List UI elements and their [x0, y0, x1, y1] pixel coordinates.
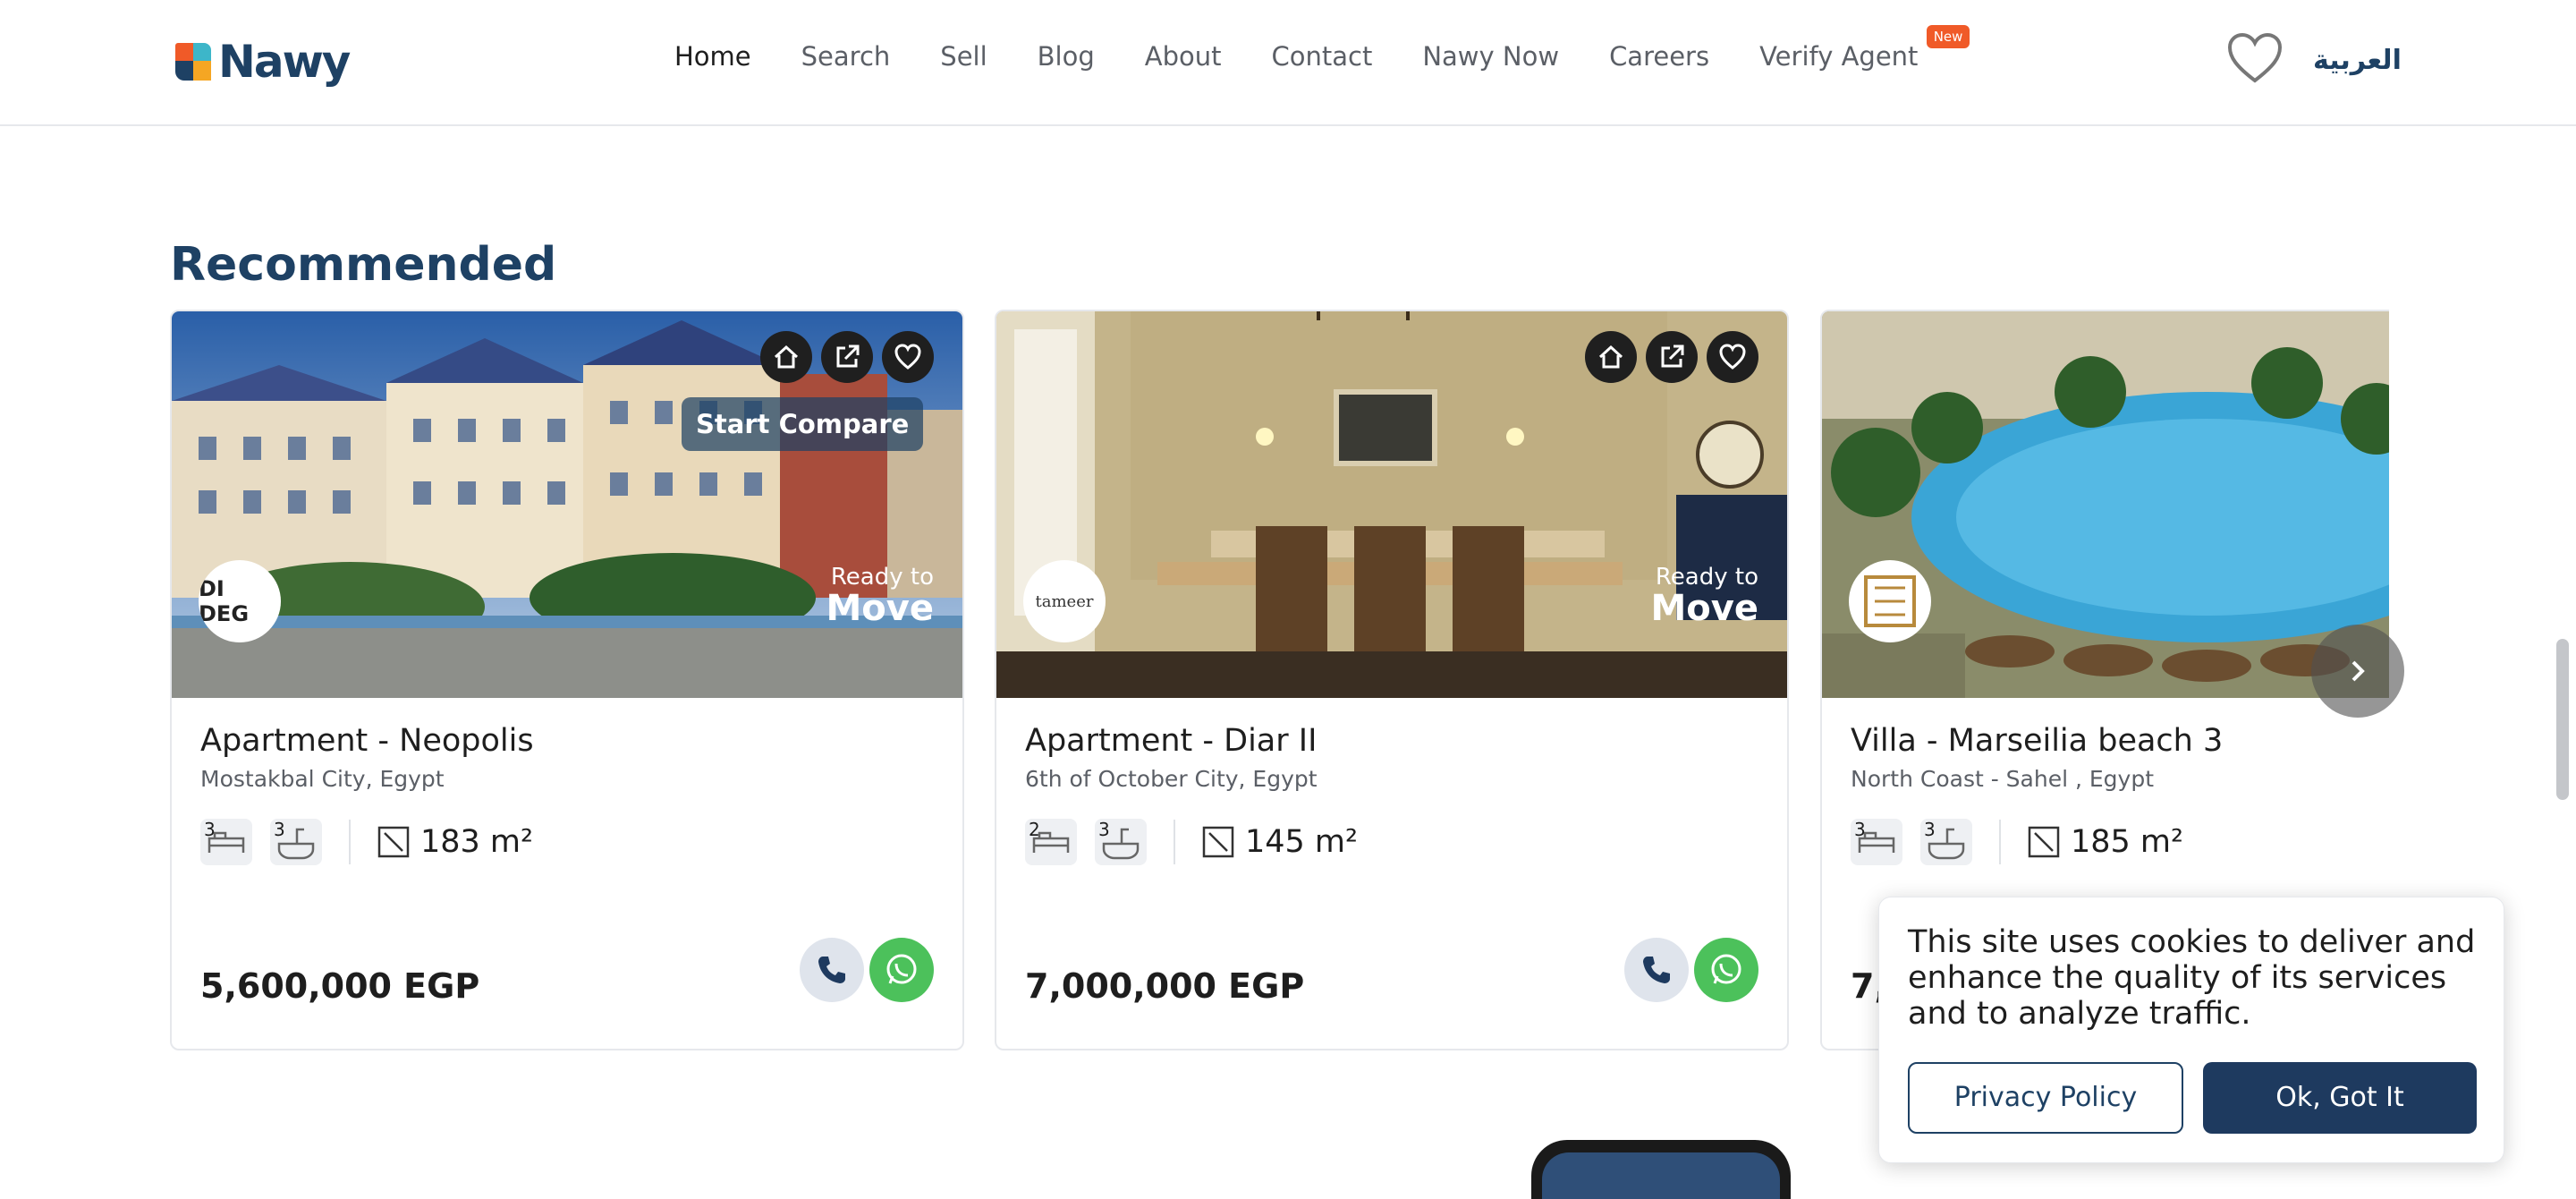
developer-logo-mark — [1864, 575, 1916, 627]
main-nav: Home Search Sell Blog About Contact Nawy… — [674, 25, 1970, 72]
phone-icon — [1643, 957, 1670, 983]
compare-home-icon[interactable] — [760, 331, 812, 383]
bath-count: 3 — [1924, 819, 1936, 840]
page-scrollbar[interactable] — [2556, 639, 2569, 800]
site-header: Nawy Home Search Sell Blog About Contact… — [0, 0, 2576, 126]
property-title[interactable]: Villa - Marseilia beach 3 — [1851, 723, 2389, 759]
property-image[interactable] — [1822, 311, 2389, 698]
favorites-heart-icon[interactable] — [2227, 32, 2283, 84]
pool-resort-photo — [1822, 311, 2389, 698]
share-icon[interactable] — [821, 331, 873, 383]
language-switch[interactable]: العربية — [2313, 45, 2402, 76]
area-icon — [377, 826, 410, 858]
section-title: Recommended — [170, 238, 557, 292]
card-actions — [760, 331, 934, 383]
developer-logo-text: DI DEG — [199, 576, 250, 626]
call-button[interactable] — [800, 938, 864, 1002]
ready-to-move-tag: Ready to Move — [826, 564, 935, 626]
bed-icon: 2 — [1025, 819, 1077, 865]
area-icon — [1202, 826, 1234, 858]
property-location: North Coast - Sahel , Egypt — [1851, 766, 2155, 792]
nav-verify-agent-label: Verify Agent — [1759, 41, 1919, 72]
nawy-logo[interactable]: Nawy — [175, 36, 351, 88]
app-phone-mockup — [1531, 1140, 1791, 1199]
area-icon — [2028, 826, 2060, 858]
new-badge: New — [1926, 25, 1970, 48]
spec-divider — [349, 820, 351, 864]
bed-count: 3 — [204, 819, 216, 840]
property-specs: 2 3 145 m² — [1025, 819, 1758, 865]
property-card[interactable]: Start Compare DI DEG Ready to Move Apart… — [170, 310, 964, 1050]
property-area: 183 m² — [420, 824, 534, 860]
whatsapp-icon — [886, 954, 917, 984]
card-actions — [1585, 331, 1758, 383]
phone-screen — [1542, 1152, 1780, 1199]
share-icon[interactable] — [1646, 331, 1698, 383]
call-button[interactable] — [1624, 938, 1689, 1002]
developer-logo-text: tameer — [1035, 591, 1094, 611]
bath-count: 3 — [274, 819, 285, 840]
bed-icon: 3 — [200, 819, 252, 865]
bath-icon: 3 — [1095, 819, 1147, 865]
property-location: Mostakbal City, Egypt — [200, 766, 445, 792]
whatsapp-button[interactable] — [869, 938, 934, 1002]
bed-icon: 3 — [1851, 819, 1902, 865]
property-title[interactable]: Apartment - Neopolis — [200, 723, 934, 759]
nav-nawy-now[interactable]: Nawy Now — [1422, 41, 1559, 72]
favorite-heart-icon[interactable] — [1707, 331, 1758, 383]
nav-blog[interactable]: Blog — [1038, 41, 1095, 72]
nav-about[interactable]: About — [1145, 41, 1222, 72]
cookie-banner: This site uses cookies to deliver and en… — [1878, 897, 2504, 1163]
card-body: Villa - Marseilia beach 3 North Coast - … — [1851, 723, 2389, 865]
property-card[interactable]: tameer Ready to Move Apartment - Diar II… — [995, 310, 1789, 1050]
property-image[interactable]: tameer Ready to Move — [996, 311, 1787, 698]
nav-sell[interactable]: Sell — [940, 41, 987, 72]
bath-icon: 3 — [270, 819, 322, 865]
nav-search[interactable]: Search — [801, 41, 891, 72]
accept-cookies-button[interactable]: Ok, Got It — [2203, 1062, 2477, 1134]
compare-home-icon[interactable] — [1585, 331, 1637, 383]
whatsapp-icon — [1711, 954, 1741, 984]
property-location: 6th of October City, Egypt — [1025, 766, 1318, 792]
developer-logo: tameer — [1023, 560, 1106, 642]
card-body: Apartment - Neopolis Mostakbal City, Egy… — [200, 723, 934, 865]
spec-divider — [1174, 820, 1175, 864]
brand-name: Nawy — [218, 36, 351, 88]
chevron-right-icon — [2351, 660, 2365, 682]
ready-to-move-tag: Ready to Move — [1651, 564, 1759, 626]
developer-logo — [1849, 560, 1931, 642]
bath-icon: 3 — [1920, 819, 1972, 865]
card-body: Apartment - Diar II 6th of October City,… — [1025, 723, 1758, 865]
ready-bottom-text: Move — [1650, 588, 1759, 629]
bed-count: 3 — [1854, 819, 1866, 840]
carousel-next-button[interactable] — [2311, 625, 2404, 718]
ready-top-text: Ready to — [830, 564, 934, 591]
logo-mark-icon — [175, 43, 213, 81]
property-specs: 3 3 183 m² — [200, 819, 934, 865]
property-area: 145 m² — [1245, 824, 1359, 860]
property-image[interactable]: Start Compare DI DEG Ready to Move — [172, 311, 962, 698]
cookie-message: This site uses cookies to deliver and en… — [1908, 924, 2476, 1032]
property-price: 7,000,000 EGP — [1025, 966, 1305, 1006]
ready-top-text: Ready to — [1655, 564, 1758, 591]
property-price: 5,600,000 EGP — [200, 966, 480, 1006]
whatsapp-button[interactable] — [1694, 938, 1758, 1002]
phone-icon — [818, 957, 845, 983]
property-specs: 3 3 185 m² — [1851, 819, 2389, 865]
privacy-policy-button[interactable]: Privacy Policy — [1908, 1062, 2183, 1134]
bath-count: 3 — [1098, 819, 1110, 840]
property-title[interactable]: Apartment - Diar II — [1025, 723, 1758, 759]
ready-bottom-text: Move — [826, 588, 935, 629]
developer-logo: DI DEG — [199, 560, 281, 642]
spec-divider — [1999, 820, 2001, 864]
favorite-heart-icon[interactable] — [882, 331, 934, 383]
nav-home[interactable]: Home — [674, 41, 751, 72]
nav-careers[interactable]: Careers — [1609, 41, 1709, 72]
start-compare-button[interactable]: Start Compare — [682, 397, 924, 451]
bed-count: 2 — [1029, 819, 1040, 840]
nav-contact[interactable]: Contact — [1272, 41, 1373, 72]
nav-verify-agent[interactable]: Verify Agent New — [1759, 25, 1970, 72]
property-area: 185 m² — [2071, 824, 2184, 860]
